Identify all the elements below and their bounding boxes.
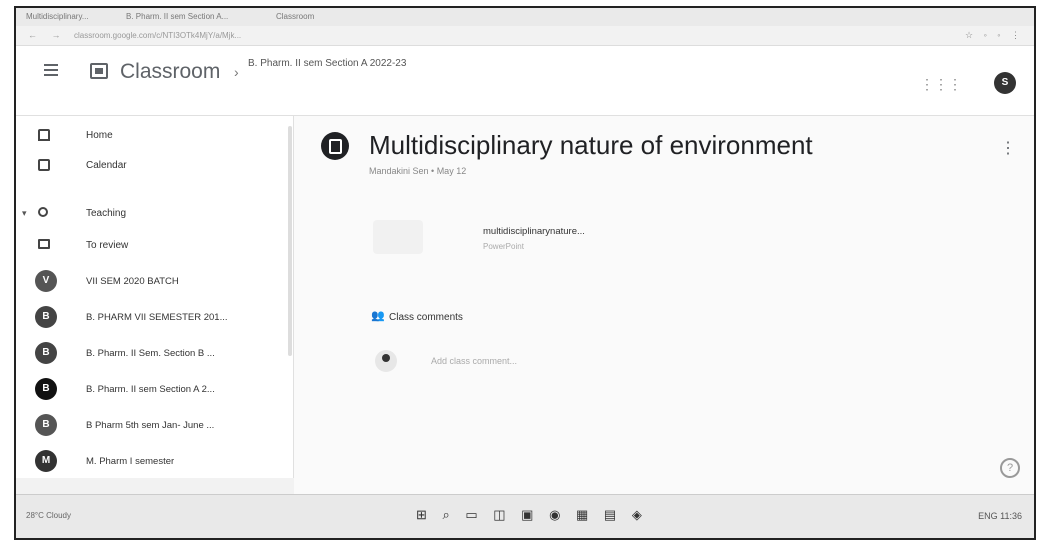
- sidebar-item-label: To review: [86, 240, 129, 251]
- sidebar-class-item[interactable]: M M. Pharm I semester: [16, 446, 294, 478]
- url-text[interactable]: classroom.google.com/c/NTI3OTk4MjY/a/Mjk…: [74, 31, 241, 40]
- breadcrumb-separator-icon: ›: [234, 64, 239, 80]
- weather-widget[interactable]: 28°C Cloudy: [26, 511, 71, 520]
- class-comments-label: Class comments: [389, 312, 463, 323]
- home-icon: [38, 129, 50, 141]
- class-avatar: M: [35, 450, 57, 472]
- browser-tabstrip: Multidisciplinary... B. Pharm. II sem Se…: [16, 8, 1034, 26]
- people-icon: [38, 207, 48, 217]
- sidebar-class-item[interactable]: V VII SEM 2020 BATCH: [16, 266, 294, 298]
- class-label: B. Pharm. II Sem. Section B ...: [86, 348, 215, 359]
- class-label: B Pharm 5th sem Jan- June ...: [86, 420, 215, 431]
- main-menu-icon[interactable]: [44, 64, 58, 79]
- assignment-icon: [321, 132, 349, 160]
- address-bar[interactable]: ← → classroom.google.com/c/NTI3OTk4MjY/a…: [16, 26, 1034, 46]
- comment-input[interactable]: Add class comment...: [431, 356, 517, 366]
- attachment-thumbnail[interactable]: [373, 220, 423, 254]
- post-detail: Multidisciplinary nature of environment …: [295, 116, 1034, 496]
- sidebar-class-item[interactable]: B B. PHARM VII SEMESTER 201...: [16, 302, 294, 334]
- class-avatar: B: [35, 342, 57, 364]
- class-label: B. PHARM VII SEMESTER 201...: [86, 312, 228, 323]
- google-apps-icon[interactable]: ⋮⋮⋮: [920, 76, 962, 93]
- attachment-title[interactable]: multidisciplinarynature...: [483, 226, 585, 237]
- taskbar-apps-icon[interactable]: ⊞ ⌕ ▭ ◫ ▣ ◉ ▦ ▤ ◈: [416, 507, 648, 523]
- sidebar-item-to-review[interactable]: To review: [16, 232, 294, 262]
- browser-extensions-icon[interactable]: ☆ ◦ ◦ ⋮: [965, 30, 1024, 41]
- attachment-type: PowerPoint: [483, 242, 524, 251]
- more-options-icon[interactable]: ⋮: [1000, 138, 1016, 158]
- calendar-icon: [38, 159, 50, 171]
- browser-tab[interactable]: B. Pharm. II sem Section A...: [126, 12, 228, 21]
- breadcrumb[interactable]: B. Pharm. II sem Section A 2022-23: [248, 58, 406, 69]
- sidebar-item-label: Home: [86, 130, 113, 141]
- help-icon[interactable]: ?: [1000, 458, 1020, 478]
- sidebar-item-calendar[interactable]: Calendar: [16, 152, 294, 182]
- nav-arrows-icon[interactable]: ← →: [28, 30, 67, 40]
- sidebar-item-home[interactable]: Home: [16, 122, 294, 152]
- sidebar-class-item-active[interactable]: B B. Pharm. II sem Section A 2...: [16, 374, 294, 406]
- system-tray[interactable]: ENG 11:36: [978, 511, 1022, 521]
- class-label: VII SEM 2020 BATCH: [86, 276, 179, 287]
- browser-tab[interactable]: Classroom: [276, 12, 314, 21]
- post-title: Multidisciplinary nature of environment: [369, 130, 813, 160]
- os-taskbar: 28°C Cloudy ⊞ ⌕ ▭ ◫ ▣ ◉ ▦ ▤ ◈ ENG 11:36: [16, 494, 1034, 538]
- class-avatar: B: [35, 378, 57, 400]
- class-avatar: V: [35, 270, 57, 292]
- class-avatar: B: [35, 414, 57, 436]
- screen-frame: Multidisciplinary... B. Pharm. II sem Se…: [14, 6, 1036, 540]
- browser-tab[interactable]: Multidisciplinary...: [26, 12, 89, 21]
- app-title[interactable]: Classroom: [120, 60, 220, 84]
- class-avatar: B: [35, 306, 57, 328]
- class-comments-icon: 👥: [371, 310, 385, 322]
- sidebar-item-label: Calendar: [86, 160, 127, 171]
- sidebar-class-item[interactable]: B B Pharm 5th sem Jan- June ...: [16, 410, 294, 442]
- sidebar-scrollbar[interactable]: [288, 126, 292, 356]
- class-label: B. Pharm. II sem Section A 2...: [86, 384, 215, 395]
- sidebar: Home Calendar ▾ Teaching To review V VII…: [16, 116, 294, 496]
- account-avatar[interactable]: S: [994, 72, 1016, 94]
- sidebar-item-label: Teaching: [86, 208, 127, 219]
- folder-icon: [38, 239, 50, 249]
- class-label: M. Pharm I semester: [86, 456, 175, 467]
- sidebar-class-item[interactable]: B B. Pharm. II Sem. Section B ...: [16, 338, 294, 370]
- app-header: Classroom › B. Pharm. II sem Section A 2…: [16, 46, 1034, 116]
- post-meta: Mandakini Sen • May 12: [369, 166, 467, 176]
- expand-icon[interactable]: ▾: [22, 208, 27, 219]
- sidebar-item-teaching[interactable]: ▾ Teaching: [16, 200, 294, 230]
- user-avatar: [375, 350, 397, 372]
- classroom-logo-icon[interactable]: [90, 63, 108, 79]
